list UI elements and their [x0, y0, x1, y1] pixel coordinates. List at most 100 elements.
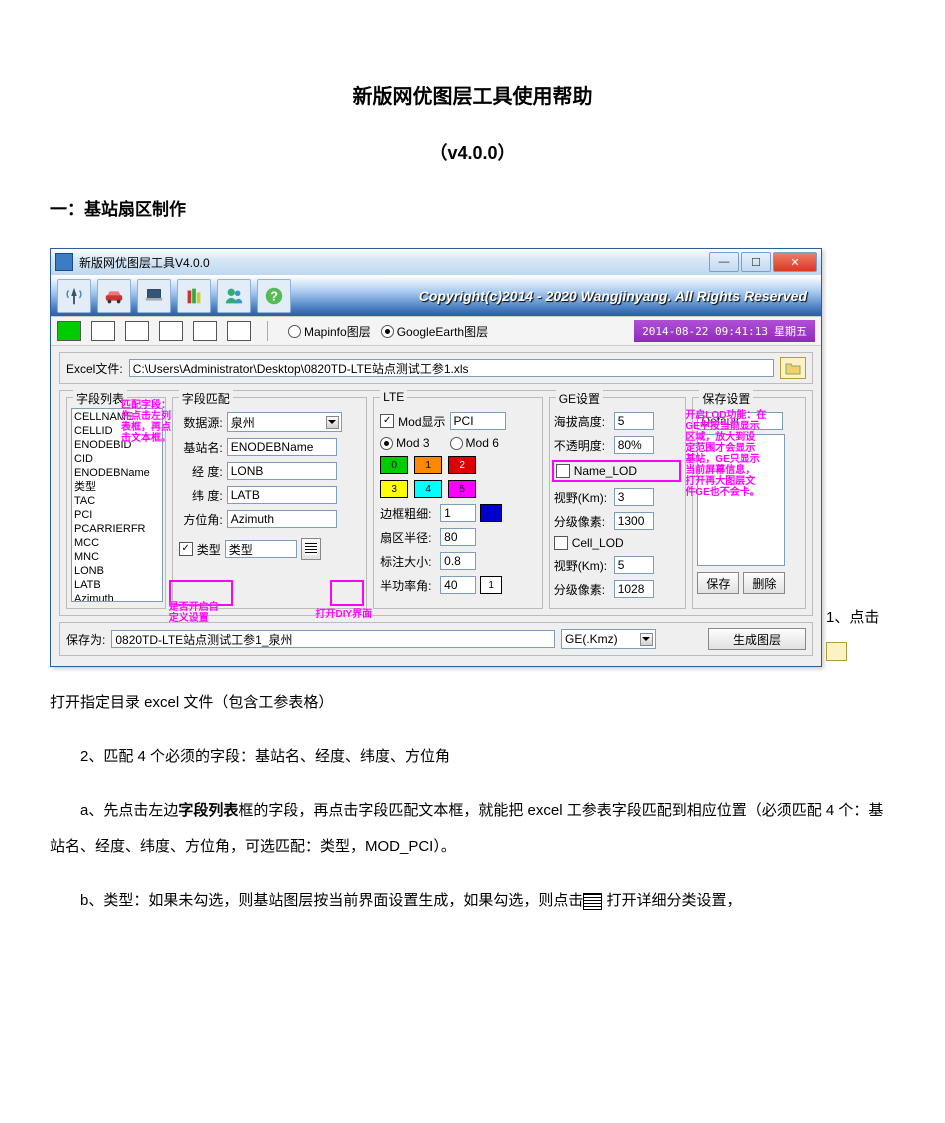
- minimize-button[interactable]: —: [709, 252, 739, 272]
- radio-googleearth[interactable]: GoogleEarth图层: [381, 323, 488, 340]
- list-item[interactable]: PCI: [74, 508, 160, 522]
- border-input[interactable]: 1: [440, 504, 476, 522]
- title-bar: 新版网优图层工具V4.0.0 — ☐ ✕: [51, 249, 821, 275]
- mod-show-checkbox[interactable]: [380, 414, 394, 428]
- type-diy-button[interactable]: [301, 538, 321, 560]
- radio-mapinfo[interactable]: Mapinfo图层: [288, 323, 371, 340]
- step-b-text: b、类型：如果未勾选，则基站图层按当前界面设置生成，如果勾选，则点击 打开详细分…: [50, 883, 895, 919]
- lblsize-label: 标注大小:: [380, 553, 436, 570]
- tool-laptop-icon[interactable]: [137, 279, 171, 313]
- excel-path-input[interactable]: C:\Users\Administrator\Desktop\0820TD-LT…: [129, 359, 774, 377]
- list-item[interactable]: TAC: [74, 494, 160, 508]
- name-lod-label: Name_LOD: [574, 464, 637, 478]
- lon-input[interactable]: LONB: [227, 462, 337, 480]
- tool-books-icon[interactable]: [177, 279, 211, 313]
- step2-text: 2、匹配 4 个必须的字段：基站名、经度、纬度、方位角: [50, 739, 895, 775]
- opa-input[interactable]: 80%: [614, 436, 654, 454]
- saveas-label: 保存为:: [66, 631, 105, 648]
- halfang-input[interactable]: 40: [440, 576, 476, 594]
- bottom-row: 保存为: 0820TD-LTE站点测试工参1_泉州 GE(.Kmz) 生成图层: [59, 622, 813, 656]
- app-icon: [55, 253, 73, 271]
- lon-label: 经 度:: [179, 463, 223, 480]
- annotation-box-1: [169, 580, 233, 606]
- alt-input[interactable]: 5: [614, 412, 654, 430]
- type-input[interactable]: 类型: [225, 540, 297, 558]
- tool-antenna-icon[interactable]: [57, 279, 91, 313]
- generate-button[interactable]: 生成图层: [708, 628, 806, 650]
- view1-input[interactable]: 3: [614, 488, 654, 506]
- lat-input[interactable]: LATB: [227, 486, 337, 504]
- halfang-label: 半功率角:: [380, 577, 436, 594]
- az-input[interactable]: Azimuth: [227, 510, 337, 528]
- list-item[interactable]: MNC: [74, 550, 160, 564]
- group-lte: LTE Mod显示 PCI Mod 3 Mod 6 0 1 2: [373, 397, 543, 609]
- app-window: 新版网优图层工具V4.0.0 — ☐ ✕ ? Copyright(c)2014 …: [50, 248, 822, 667]
- list-item[interactable]: CELLNAME: [74, 410, 160, 424]
- clock-day: 星期五: [774, 323, 807, 339]
- doc-title: 新版网优图层工具使用帮助: [50, 80, 895, 109]
- toolbar: ? Copyright(c)2014 - 2020 Wangjinyang. A…: [51, 275, 821, 316]
- lblsize-input[interactable]: 0.8: [440, 552, 476, 570]
- name-lod-checkbox[interactable]: [556, 464, 570, 478]
- mod-color-3[interactable]: 3: [380, 480, 408, 498]
- bs-input[interactable]: ENODEBName: [227, 438, 337, 456]
- swatch-2[interactable]: [91, 321, 115, 341]
- pci-input[interactable]: PCI: [450, 412, 506, 430]
- open-file-button[interactable]: [780, 357, 806, 379]
- maximize-button[interactable]: ☐: [741, 252, 771, 272]
- list-item[interactable]: MCC: [74, 536, 160, 550]
- mod-color-0[interactable]: 0: [380, 456, 408, 474]
- legend-lte: LTE: [380, 390, 407, 404]
- grid-icon-inline: [583, 893, 602, 910]
- delete-button[interactable]: 删除: [743, 572, 785, 594]
- list-item[interactable]: Azimuth: [74, 592, 160, 602]
- clock-box: 2014-08-22 09:41:13 星期五: [634, 320, 815, 342]
- src-combo[interactable]: 泉州: [227, 412, 342, 432]
- section-1-heading: 一：基站扇区制作: [50, 195, 895, 220]
- pix1-input[interactable]: 1300: [614, 512, 654, 530]
- cell-lod-label: Cell_LOD: [572, 536, 624, 550]
- list-item[interactable]: CID: [74, 452, 160, 466]
- mod-color-1[interactable]: 1: [414, 456, 442, 474]
- legend-field-match: 字段匹配: [179, 390, 233, 407]
- swatch-3[interactable]: [125, 321, 149, 341]
- list-item[interactable]: ENODEBName: [74, 466, 160, 480]
- list-item[interactable]: LONB: [74, 564, 160, 578]
- swatch-4[interactable]: [159, 321, 183, 341]
- radio-mod3[interactable]: Mod 3: [380, 436, 429, 450]
- legend-ge: GE设置: [556, 390, 603, 407]
- view2-label: 视野(Km):: [554, 557, 610, 574]
- list-item[interactable]: LATB: [74, 578, 160, 592]
- tool-car-icon[interactable]: [97, 279, 131, 313]
- tool-users-icon[interactable]: [217, 279, 251, 313]
- swatch-5[interactable]: [193, 321, 217, 341]
- list-item[interactable]: CELLID: [74, 424, 160, 438]
- list-item[interactable]: PCARRIERFR: [74, 522, 160, 536]
- field-listbox[interactable]: CELLNAME CELLID ENODEBID CID ENODEBName …: [71, 408, 163, 602]
- pix2-input[interactable]: 1028: [614, 580, 654, 598]
- swatch-6[interactable]: [227, 321, 251, 341]
- preset-listbox[interactable]: [697, 434, 785, 566]
- border-color[interactable]: [480, 504, 502, 522]
- saveas-input[interactable]: 0820TD-LTE站点测试工参1_泉州: [111, 630, 555, 648]
- save-button[interactable]: 保存: [697, 572, 739, 594]
- list-item[interactable]: 类型: [74, 480, 160, 494]
- type-checkbox[interactable]: [179, 542, 193, 556]
- step1-text-a: 1、点击: [826, 601, 895, 667]
- annotation-box-2: [330, 580, 364, 606]
- preset-name-input[interactable]: Default: [697, 412, 783, 430]
- mod-color-2[interactable]: 2: [448, 456, 476, 474]
- close-button[interactable]: ✕: [773, 252, 817, 272]
- format-combo[interactable]: GE(.Kmz): [561, 629, 656, 649]
- radius-input[interactable]: 80: [440, 528, 476, 546]
- radio-mod6[interactable]: Mod 6: [450, 436, 499, 450]
- view2-input[interactable]: 5: [614, 556, 654, 574]
- list-item[interactable]: ENODEBID: [74, 438, 160, 452]
- cell-lod-checkbox[interactable]: [554, 536, 568, 550]
- tool-help-icon[interactable]: ?: [257, 279, 291, 313]
- mod-color-5[interactable]: 5: [448, 480, 476, 498]
- radio-ge-label: GoogleEarth图层: [397, 323, 488, 340]
- mod-color-4[interactable]: 4: [414, 480, 442, 498]
- halfang-idx[interactable]: 1: [480, 576, 502, 594]
- swatch-1[interactable]: [57, 321, 81, 341]
